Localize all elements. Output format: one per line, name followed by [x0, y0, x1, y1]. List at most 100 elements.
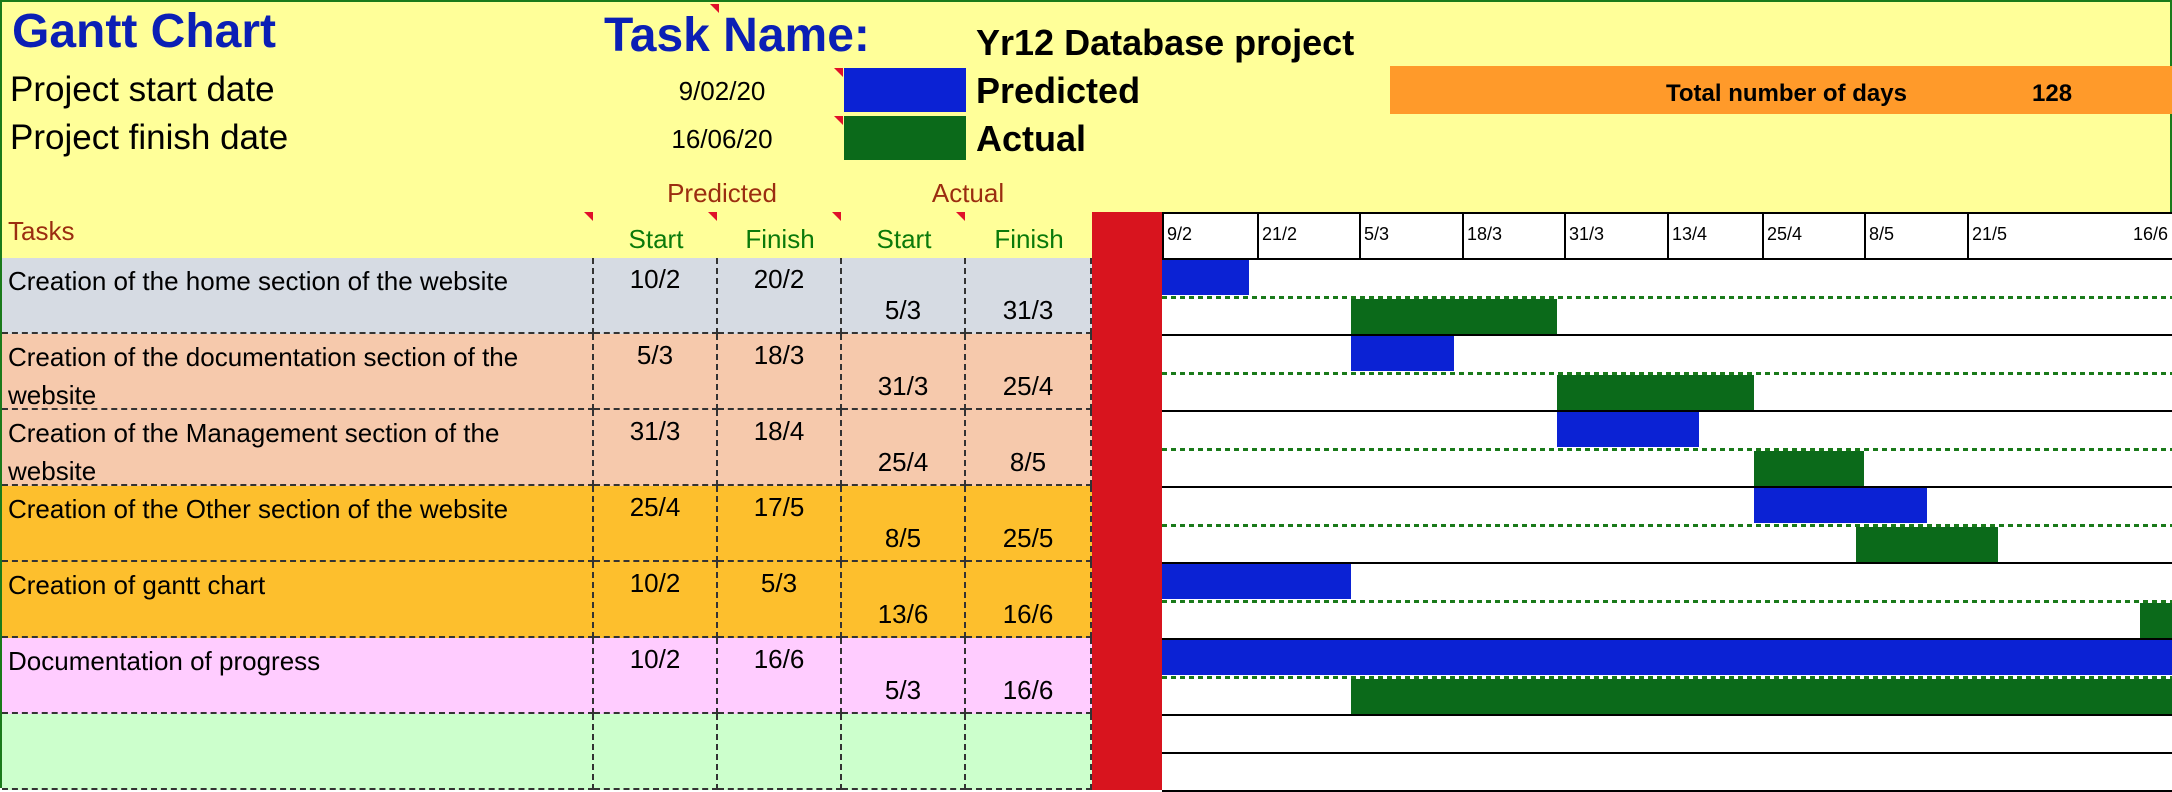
predicted-start: 25/4	[629, 492, 681, 522]
task-cell[interactable]: Creation of the Other section of the web…	[2, 486, 594, 562]
chart-divider	[1092, 212, 1162, 790]
actual-start: 5/3	[884, 675, 922, 705]
grid-line	[1162, 752, 2172, 754]
table-row: Creation of the Management section of th…	[2, 410, 1092, 486]
timeline-tick-label: 8/5	[1864, 212, 1967, 260]
actual-finish-cell[interactable]: 8/5	[966, 410, 1092, 486]
predicted-finish-cell[interactable]: 17/5	[718, 486, 842, 562]
comment-marker[interactable]	[708, 212, 717, 221]
comment-marker[interactable]	[832, 212, 841, 221]
predicted-start: 10/2	[629, 264, 681, 294]
predicted-start: 31/3	[629, 416, 681, 446]
table-row: Documentation of progress 10/2 16/6 5/3 16/6	[2, 638, 1092, 714]
comment-marker[interactable]	[956, 212, 965, 221]
grid-line	[1162, 296, 2172, 299]
predicted-start-cell[interactable]: 10/2	[594, 638, 718, 714]
task-cell[interactable]	[2, 714, 594, 790]
predicted-finish: 20/2	[753, 264, 805, 294]
actual-start-cell[interactable]: 8/5	[842, 486, 966, 562]
actual-finish: 16/6	[1002, 675, 1054, 705]
total-days-label: Total number of days	[1666, 80, 1907, 107]
actual-start: 31/3	[877, 371, 929, 401]
project-finish-value[interactable]: 16/06/20	[622, 124, 822, 155]
actual-finish-cell[interactable]	[966, 714, 1092, 790]
comment-marker[interactable]	[834, 116, 843, 125]
spreadsheet: Gantt Chart Task Name: Yr12 Database pro…	[0, 0, 2172, 792]
timeline-tick-label: 16/6	[1967, 212, 2172, 260]
project-finish-label: Project finish date	[10, 118, 289, 157]
grid-line	[1162, 486, 2172, 488]
actual-bar	[2140, 603, 2172, 638]
predicted-start: 10/2	[629, 644, 681, 674]
actual-bar	[1754, 451, 1864, 486]
actual-finish-cell[interactable]: 25/4	[966, 334, 1092, 410]
timeline-tick-label: 21/2	[1257, 212, 1359, 260]
table-row: Creation of gantt chart 10/2 5/3 13/6 16/6	[2, 562, 1092, 638]
predicted-finish-cell[interactable]: 5/3	[718, 562, 842, 638]
task-name: Documentation of progress	[8, 646, 321, 676]
actual-start-cell[interactable]: 5/3	[842, 258, 966, 334]
actual-start-cell[interactable]	[842, 714, 966, 790]
task-name-value[interactable]: Yr12 Database project	[976, 22, 1354, 64]
predicted-finish: 18/3	[753, 340, 805, 370]
actual-finish-cell[interactable]: 31/3	[966, 258, 1092, 334]
actual-finish-cell[interactable]: 16/6	[966, 638, 1092, 714]
predicted-finish-cell[interactable]	[718, 714, 842, 790]
predicted-finish-cell[interactable]: 20/2	[718, 258, 842, 334]
task-cell[interactable]: Creation of the Management section of th…	[2, 410, 594, 486]
grid-line	[1162, 334, 2172, 336]
predicted-finish: 16/6	[753, 644, 805, 674]
task-name: Creation of gantt chart	[8, 570, 266, 600]
predicted-start-cell[interactable]: 25/4	[594, 486, 718, 562]
project-start-label: Project start date	[10, 70, 275, 109]
predicted-bar	[1754, 488, 1927, 523]
actual-finish-cell[interactable]: 16/6	[966, 562, 1092, 638]
table-row	[2, 714, 1092, 790]
predicted-start-cell[interactable]	[594, 714, 718, 790]
grid-line	[1162, 600, 2172, 603]
actual-finish: 25/4	[1002, 371, 1054, 401]
task-name-label: Task Name:	[604, 9, 870, 62]
predicted-finish: 18/4	[753, 416, 805, 446]
predicted-finish: 17/5	[753, 492, 805, 522]
actual-start-cell[interactable]: 5/3	[842, 638, 966, 714]
actual-finish-header: Finish	[994, 224, 1064, 254]
actual-finish: 31/3	[1002, 295, 1054, 325]
actual-start: 5/3	[884, 295, 922, 325]
task-cell[interactable]: Creation of gantt chart	[2, 562, 594, 638]
task-cell[interactable]: Creation of the home section of the webs…	[2, 258, 594, 334]
task-cell[interactable]: Creation of the documentation section of…	[2, 334, 594, 410]
predicted-bar	[1162, 564, 1351, 599]
comment-marker[interactable]	[710, 4, 719, 13]
actual-finish-cell[interactable]: 25/5	[966, 486, 1092, 562]
task-name: Creation of the documentation section of…	[8, 342, 519, 410]
actual-bar	[1351, 679, 2172, 714]
actual-finish: 25/5	[1002, 523, 1054, 553]
actual-finish: 16/6	[1002, 599, 1054, 629]
predicted-finish-cell[interactable]: 18/3	[718, 334, 842, 410]
comment-marker[interactable]	[584, 212, 593, 221]
actual-start-cell[interactable]: 13/6	[842, 562, 966, 638]
timeline-tick-label: 18/3	[1462, 212, 1564, 260]
predicted-start-cell[interactable]: 5/3	[594, 334, 718, 410]
actual-start-cell[interactable]: 31/3	[842, 334, 966, 410]
actual-bar	[1557, 375, 1754, 410]
predicted-finish: 5/3	[760, 568, 798, 598]
predicted-start-cell[interactable]: 31/3	[594, 410, 718, 486]
predicted-start-cell[interactable]: 10/2	[594, 562, 718, 638]
predicted-finish-cell[interactable]: 18/4	[718, 410, 842, 486]
predicted-start-cell[interactable]: 10/2	[594, 258, 718, 334]
timeline-tick-label: 25/4	[1762, 212, 1864, 260]
actual-legend-label: Actual	[976, 118, 1087, 159]
task-name: Creation of the home section of the webs…	[8, 266, 509, 296]
predicted-legend-label: Predicted	[976, 70, 1141, 111]
comment-marker[interactable]	[834, 68, 843, 77]
predicted-finish-cell[interactable]: 16/6	[718, 638, 842, 714]
total-days-value: 128	[2032, 80, 2073, 107]
timeline-tick-label: 13/4	[1667, 212, 1762, 260]
actual-start: 13/6	[877, 599, 929, 629]
actual-start: 25/4	[877, 447, 929, 477]
task-cell[interactable]: Documentation of progress	[2, 638, 594, 714]
project-start-value[interactable]: 9/02/20	[622, 76, 822, 107]
actual-start-cell[interactable]: 25/4	[842, 410, 966, 486]
